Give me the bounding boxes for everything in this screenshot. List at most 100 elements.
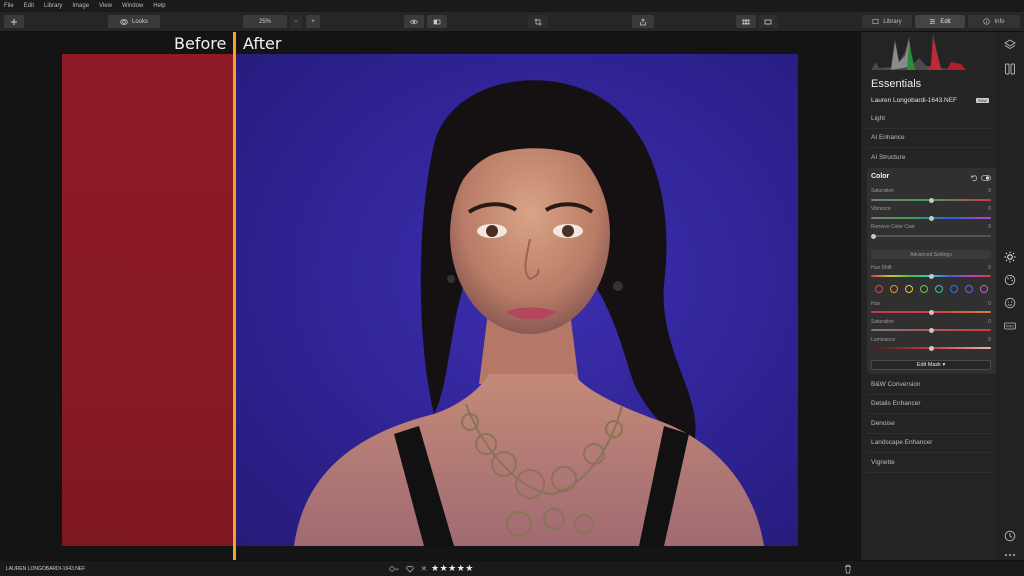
plus-icon <box>11 18 17 25</box>
preview-button[interactable] <box>404 15 424 28</box>
plus-glyph: + <box>311 18 315 25</box>
swatch-purple[interactable] <box>965 285 973 293</box>
hue-slider-handle[interactable] <box>929 309 934 315</box>
menu-window[interactable]: Window <box>122 3 143 9</box>
photo-canvas[interactable]: Before After <box>0 32 860 560</box>
hue-label: Hue <box>871 301 881 307</box>
single-view-icon <box>764 19 772 24</box>
hue-shift-label: Hue Shift <box>871 265 892 271</box>
section-details-enhancer[interactable]: Details Enhancer <box>871 400 921 407</box>
section-light[interactable]: Light <box>871 115 885 122</box>
toggle-visibility-icon[interactable] <box>981 174 991 182</box>
luminance-slider-handle[interactable] <box>929 345 934 351</box>
toolbar: Looks 25% − + Library Edit Info <box>0 12 1024 32</box>
face-icon[interactable] <box>1004 297 1016 309</box>
color-title[interactable]: Color <box>871 173 889 180</box>
looks-label: Looks <box>131 18 148 25</box>
remove-color-cast-slider[interactable] <box>871 235 991 237</box>
share-icon <box>640 18 646 25</box>
divider <box>867 394 995 395</box>
before-after-divider-handle[interactable] <box>233 32 236 560</box>
trash-icon[interactable] <box>844 564 852 574</box>
zoom-select[interactable]: 25% <box>243 15 287 28</box>
swatch-orange[interactable] <box>890 285 898 293</box>
before-image <box>62 54 234 546</box>
section-landscape-enhancer[interactable]: Landscape Enhancer <box>871 439 932 446</box>
advanced-settings-button[interactable]: Advanced Settings <box>871 250 991 259</box>
saturation2-slider-handle[interactable] <box>929 327 934 333</box>
tab-info-label: Info <box>994 18 1005 25</box>
tab-library[interactable]: Library <box>862 15 912 28</box>
add-button[interactable] <box>4 15 24 28</box>
status-filename: LAUREN LONGOBARDI-1643.NEF <box>6 565 86 572</box>
swatch-red[interactable] <box>875 285 883 293</box>
saturation-label: Saturation <box>871 188 894 194</box>
looks-icon <box>120 18 128 25</box>
eye-icon <box>410 19 418 24</box>
divider <box>867 452 995 453</box>
reset-icon[interactable] <box>970 174 978 182</box>
section-ai-enhance[interactable]: AI Enhance <box>871 134 905 141</box>
saturation-value[interactable]: 0 <box>988 188 991 194</box>
menu-edit[interactable]: Edit <box>24 3 34 9</box>
pro-icon[interactable]: PRO <box>1004 320 1016 332</box>
raw-badge: RAW <box>976 98 990 103</box>
star-rating[interactable]: ★★★★★ <box>431 563 474 574</box>
saturation2-value[interactable]: 0 <box>988 319 991 325</box>
swatch-magenta[interactable] <box>980 285 988 293</box>
hue-shift-value[interactable]: 0 <box>988 265 991 271</box>
zoom-in-button[interactable]: + <box>306 15 320 28</box>
after-label: After <box>243 34 282 53</box>
section-denoise[interactable]: Denoise <box>871 420 895 427</box>
compare-button[interactable] <box>427 15 447 28</box>
swatch-green[interactable] <box>920 285 928 293</box>
crop-button[interactable] <box>528 15 548 28</box>
hue-shift-slider-handle[interactable] <box>929 273 934 279</box>
history-icon[interactable] <box>1004 530 1016 542</box>
sun-icon[interactable] <box>1004 251 1016 263</box>
menu-image[interactable]: Image <box>72 3 89 9</box>
reject-button[interactable]: ✕ <box>421 565 427 573</box>
section-bw-conversion[interactable]: B&W Conversion <box>871 381 921 388</box>
vibrance-slider-handle[interactable] <box>929 215 934 221</box>
saturation2-label: Saturation <box>871 319 894 325</box>
single-view-button[interactable] <box>758 15 778 28</box>
zoom-value: 25% <box>258 18 271 25</box>
more-icon[interactable] <box>1004 552 1016 558</box>
remove-color-cast-value[interactable]: 0 <box>988 224 991 230</box>
menu-help[interactable]: Help <box>153 3 165 9</box>
photo[interactable] <box>62 54 798 546</box>
section-ai-structure[interactable]: AI Structure <box>871 154 905 161</box>
swatch-yellow[interactable] <box>905 285 913 293</box>
presets-icon[interactable] <box>1004 63 1016 75</box>
vibrance-value[interactable]: 0 <box>988 206 991 212</box>
edit-mask-button[interactable]: Edit Mask ▾ <box>871 360 991 370</box>
grid-view-button[interactable] <box>736 15 756 28</box>
tab-library-label: Library <box>883 18 902 25</box>
hue-value[interactable]: 0 <box>988 301 991 307</box>
saturation-slider-handle[interactable] <box>929 197 934 203</box>
crop-icon <box>534 18 542 25</box>
portrait-illustration <box>294 80 764 546</box>
luminance-value[interactable]: 0 <box>988 337 991 343</box>
remove-color-cast-slider-handle[interactable] <box>871 233 876 239</box>
swatch-blue[interactable] <box>950 285 958 293</box>
swatch-aqua[interactable] <box>935 285 943 293</box>
menu-view[interactable]: View <box>99 3 112 9</box>
heart-icon[interactable] <box>406 565 414 573</box>
zoom-out-button[interactable]: − <box>290 15 302 28</box>
section-vignette[interactable]: Vignette <box>871 459 895 466</box>
divider <box>867 147 995 148</box>
tab-edit[interactable]: Edit <box>915 15 965 28</box>
looks-button[interactable]: Looks <box>108 15 160 28</box>
divider <box>867 433 995 434</box>
svg-text:PRO: PRO <box>1006 324 1015 329</box>
label-dropdown-icon[interactable] <box>389 565 399 573</box>
layers-icon[interactable] <box>1004 39 1016 51</box>
menu-library[interactable]: Library <box>44 3 62 9</box>
share-button[interactable] <box>632 15 654 28</box>
tab-info[interactable]: Info <box>968 15 1020 28</box>
menu-file[interactable]: File <box>4 3 14 9</box>
palette-icon[interactable] <box>1004 274 1016 286</box>
panel-filename: Lauren Longobardi-1643.NEF <box>871 97 958 104</box>
